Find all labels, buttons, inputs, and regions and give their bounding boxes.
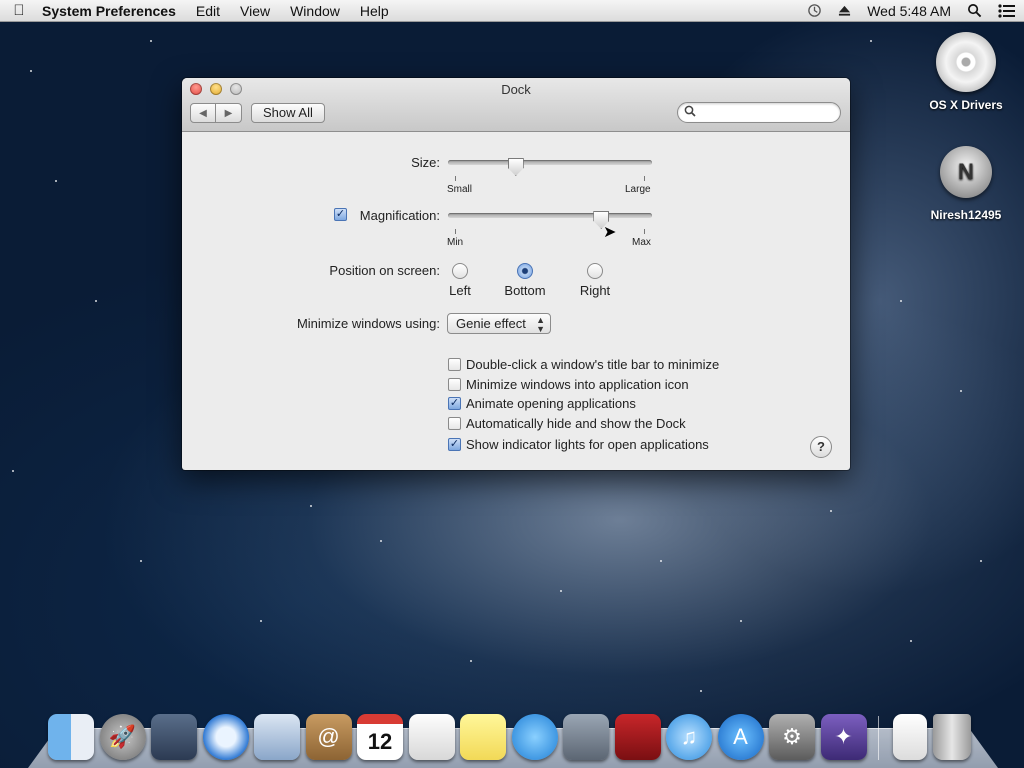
position-left-radio[interactable] <box>452 263 468 279</box>
minimize-effect-popup[interactable]: Genie effect ▲ ▼ <box>447 313 551 334</box>
desktop-icon-os-x-drivers[interactable]: OS X Drivers <box>916 32 1016 112</box>
desktop-icon-niresh12495[interactable]: N Niresh12495 <box>916 146 1016 222</box>
size-slider-knob[interactable] <box>507 158 524 176</box>
magnification-slider-track[interactable] <box>448 213 652 218</box>
messages-icon[interactable] <box>511 714 558 760</box>
calendar-day: 12 <box>367 729 393 754</box>
safari-icon[interactable] <box>202 714 249 760</box>
position-right-label: Right <box>579 283 611 298</box>
apple-logo-icon[interactable]:  <box>0 2 38 19</box>
contacts-icon[interactable]: @ <box>305 714 352 760</box>
menu-app-name[interactable]: System Preferences <box>38 3 186 19</box>
facetime-icon[interactable] <box>563 714 609 760</box>
option-checkbox[interactable] <box>448 358 461 371</box>
window-toolbar: Dock ◀ ▶ Show All <box>182 78 850 132</box>
option-checkbox[interactable]: ✓ <box>448 438 461 451</box>
app-store-icon[interactable]: A <box>717 714 764 760</box>
back-button[interactable]: ◀ <box>190 103 216 123</box>
calendar-icon[interactable]: 12 <box>357 714 403 760</box>
desktop-icon-label: OS X Drivers <box>929 98 1003 112</box>
nav-buttons: ◀ ▶ <box>190 103 242 123</box>
popup-arrows-icon: ▲ ▼ <box>536 315 545 334</box>
menu-clock[interactable]: Wed 5:48 AM <box>859 3 959 19</box>
network-drive-icon: N <box>940 146 992 198</box>
option-label: Automatically hide and show the Dock <box>466 416 686 431</box>
search-field[interactable] <box>677 102 841 123</box>
optical-disc-icon <box>936 32 996 92</box>
mouse-pointer-icon: ➤ <box>603 224 617 241</box>
menu-help[interactable]: Help <box>350 3 399 19</box>
forward-button[interactable]: ▶ <box>216 103 242 123</box>
menu-edit[interactable]: Edit <box>186 3 230 19</box>
size-tick-min <box>455 176 456 181</box>
magnification-max-label: Max <box>632 237 651 248</box>
size-max-label: Large <box>625 184 651 195</box>
option-label: Animate opening applications <box>466 396 636 411</box>
photo-booth-icon[interactable] <box>614 714 661 760</box>
menu-window[interactable]: Window <box>280 3 350 19</box>
reminders-icon[interactable] <box>408 714 455 760</box>
magnification-min-label: Min <box>447 237 464 248</box>
size-min-label: Small <box>447 184 473 195</box>
minimize-label: Minimize windows using: <box>296 316 440 331</box>
size-label: Size: <box>411 155 440 170</box>
position-left-label: Left <box>449 283 471 298</box>
time-machine-icon[interactable] <box>799 3 830 18</box>
position-bottom-radio[interactable] <box>517 263 533 279</box>
dock-separator <box>878 716 879 760</box>
finder-icon[interactable] <box>48 714 94 760</box>
position-label: Position on screen: <box>329 263 440 278</box>
option-checkbox[interactable]: ✓ <box>448 397 461 410</box>
trash-icon[interactable] <box>932 714 971 760</box>
mail-icon[interactable] <box>254 714 300 760</box>
eject-icon[interactable] <box>830 4 859 17</box>
launchpad-icon[interactable]: 🚀 <box>99 714 146 760</box>
menu-bar:  System Preferences Edit View Window He… <box>0 0 1024 22</box>
mag-tick-max <box>644 229 645 234</box>
itunes-icon[interactable]: ♫ <box>666 714 712 760</box>
dock: 🚀 @ 12 ♫ A ⚙ ✦ <box>48 706 988 760</box>
window-title: Dock <box>501 82 531 97</box>
option-checkbox[interactable] <box>448 378 461 391</box>
mag-tick-min <box>455 229 456 234</box>
notes-icon[interactable] <box>460 714 506 760</box>
minimize-effect-value: Genie effect <box>456 316 526 331</box>
desktop-icon-label: Niresh12495 <box>930 208 1002 222</box>
show-all-button[interactable]: Show All <box>251 103 325 123</box>
mission-control-icon[interactable] <box>151 714 197 760</box>
option-label: Show indicator lights for open applicati… <box>466 437 709 452</box>
notification-center-icon[interactable] <box>990 3 1024 18</box>
option-checkbox[interactable] <box>448 417 461 430</box>
option-label: Minimize windows into application icon <box>466 377 689 392</box>
system-preferences-icon[interactable]: ⚙ <box>769 714 815 760</box>
option-label: Double-click a window's title bar to min… <box>466 357 720 372</box>
forward-arrow-icon: ▶ <box>224 107 233 119</box>
magnification-checkbox[interactable]: ✓ <box>334 208 347 221</box>
spotlight-icon[interactable] <box>959 3 990 18</box>
position-right-radio[interactable] <box>587 263 603 279</box>
position-bottom-label: Bottom <box>504 283 546 298</box>
size-tick-max <box>644 176 645 181</box>
help-button[interactable]: ? <box>810 436 832 458</box>
menu-view[interactable]: View <box>230 3 280 19</box>
back-arrow-icon: ◀ <box>199 107 207 119</box>
dock-preferences-window: Dock ◀ ▶ Show All Size: Small Large ✓ Ma… <box>182 78 850 470</box>
search-icon <box>684 105 696 120</box>
size-slider-track[interactable] <box>448 160 652 165</box>
magnification-label: Magnification: <box>359 208 440 223</box>
document-stack-icon[interactable] <box>893 714 927 760</box>
wizard-app-icon[interactable]: ✦ <box>820 714 867 760</box>
